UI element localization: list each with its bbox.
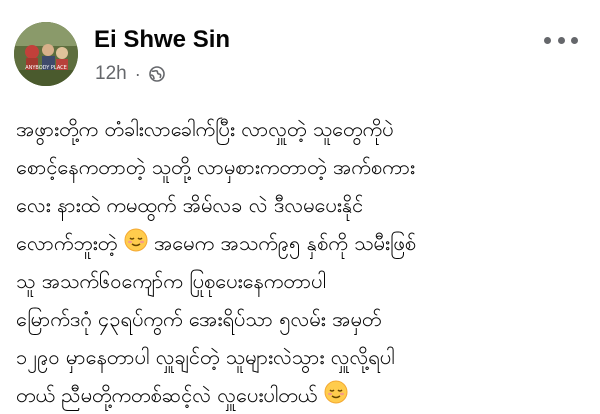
meta-separator: · [135, 64, 141, 85]
post-line: စောင့်နေကတာတဲ့ သူတို့ လာမှစားကတာတဲ့ အက်စ… [16, 148, 590, 186]
globe-icon[interactable] [149, 66, 165, 82]
more-dot-icon [544, 37, 551, 44]
post-line: သူ အသက်၆၀ကျော်က ပြုစုပေးနေကတာပါ [16, 262, 590, 300]
more-options-button[interactable] [544, 30, 578, 50]
avatar[interactable]: ANYBODY PLACE [14, 22, 78, 86]
post-line: လေး နားထဲ ကမထွက် အိမ်လခ လဲ ဒီလမပေးနိုင် [16, 186, 590, 224]
post-meta: 12h · [95, 63, 165, 85]
relieved-face-emoji [124, 226, 148, 263]
post-card: ANYBODY PLACE Ei Shwe Sin 12h · အဖွားတို… [0, 0, 600, 402]
avatar-caption: ANYBODY PLACE [25, 65, 67, 71]
post-line: ၁၂၉၀ မှာနေတာပါ လှူချင်တဲ့ သူများလဲသွား လ… [16, 338, 590, 376]
more-dot-icon [558, 37, 565, 44]
post-line-part: တယ် ညီမတို့ကတစ်ဆင့်လဲ လှူပေးပါတယ် [16, 383, 324, 407]
post-line: မြောက်ဒဂုံ ၄၃ရပ်ကွက် အေးရိပ်သာ ၅လမ်း အမှ… [16, 300, 590, 338]
post-line-with-emoji: တယ် ညီမတို့ကတစ်ဆင့်လဲ လှူပေးပါတယ် [16, 376, 590, 414]
post-line: အဖွားတို့က တံခါးလာခေါက်ပြီး လာလှူတဲ့ သူတ… [16, 110, 590, 148]
author-name[interactable]: Ei Shwe Sin [94, 26, 230, 54]
post-text: အဖွားတို့က တံခါးလာခေါက်ပြီး လာလှူတဲ့ သူတ… [16, 110, 590, 414]
post-line-part: လောက်ဘူးတဲ့ [16, 231, 124, 255]
more-dot-icon [571, 37, 578, 44]
relieved-face-emoji [324, 378, 348, 414]
post-time[interactable]: 12h [95, 63, 127, 85]
avatar-image: ANYBODY PLACE [14, 22, 78, 86]
post-line-part: အမေက အသက်၉၅ နှစ်ကို သမီးဖြစ် [154, 231, 416, 255]
post-line-with-emoji: လောက်ဘူးတဲ့ အမေက အသက်၉၅ နှစ်ကို သမီးဖြစ် [16, 224, 590, 262]
